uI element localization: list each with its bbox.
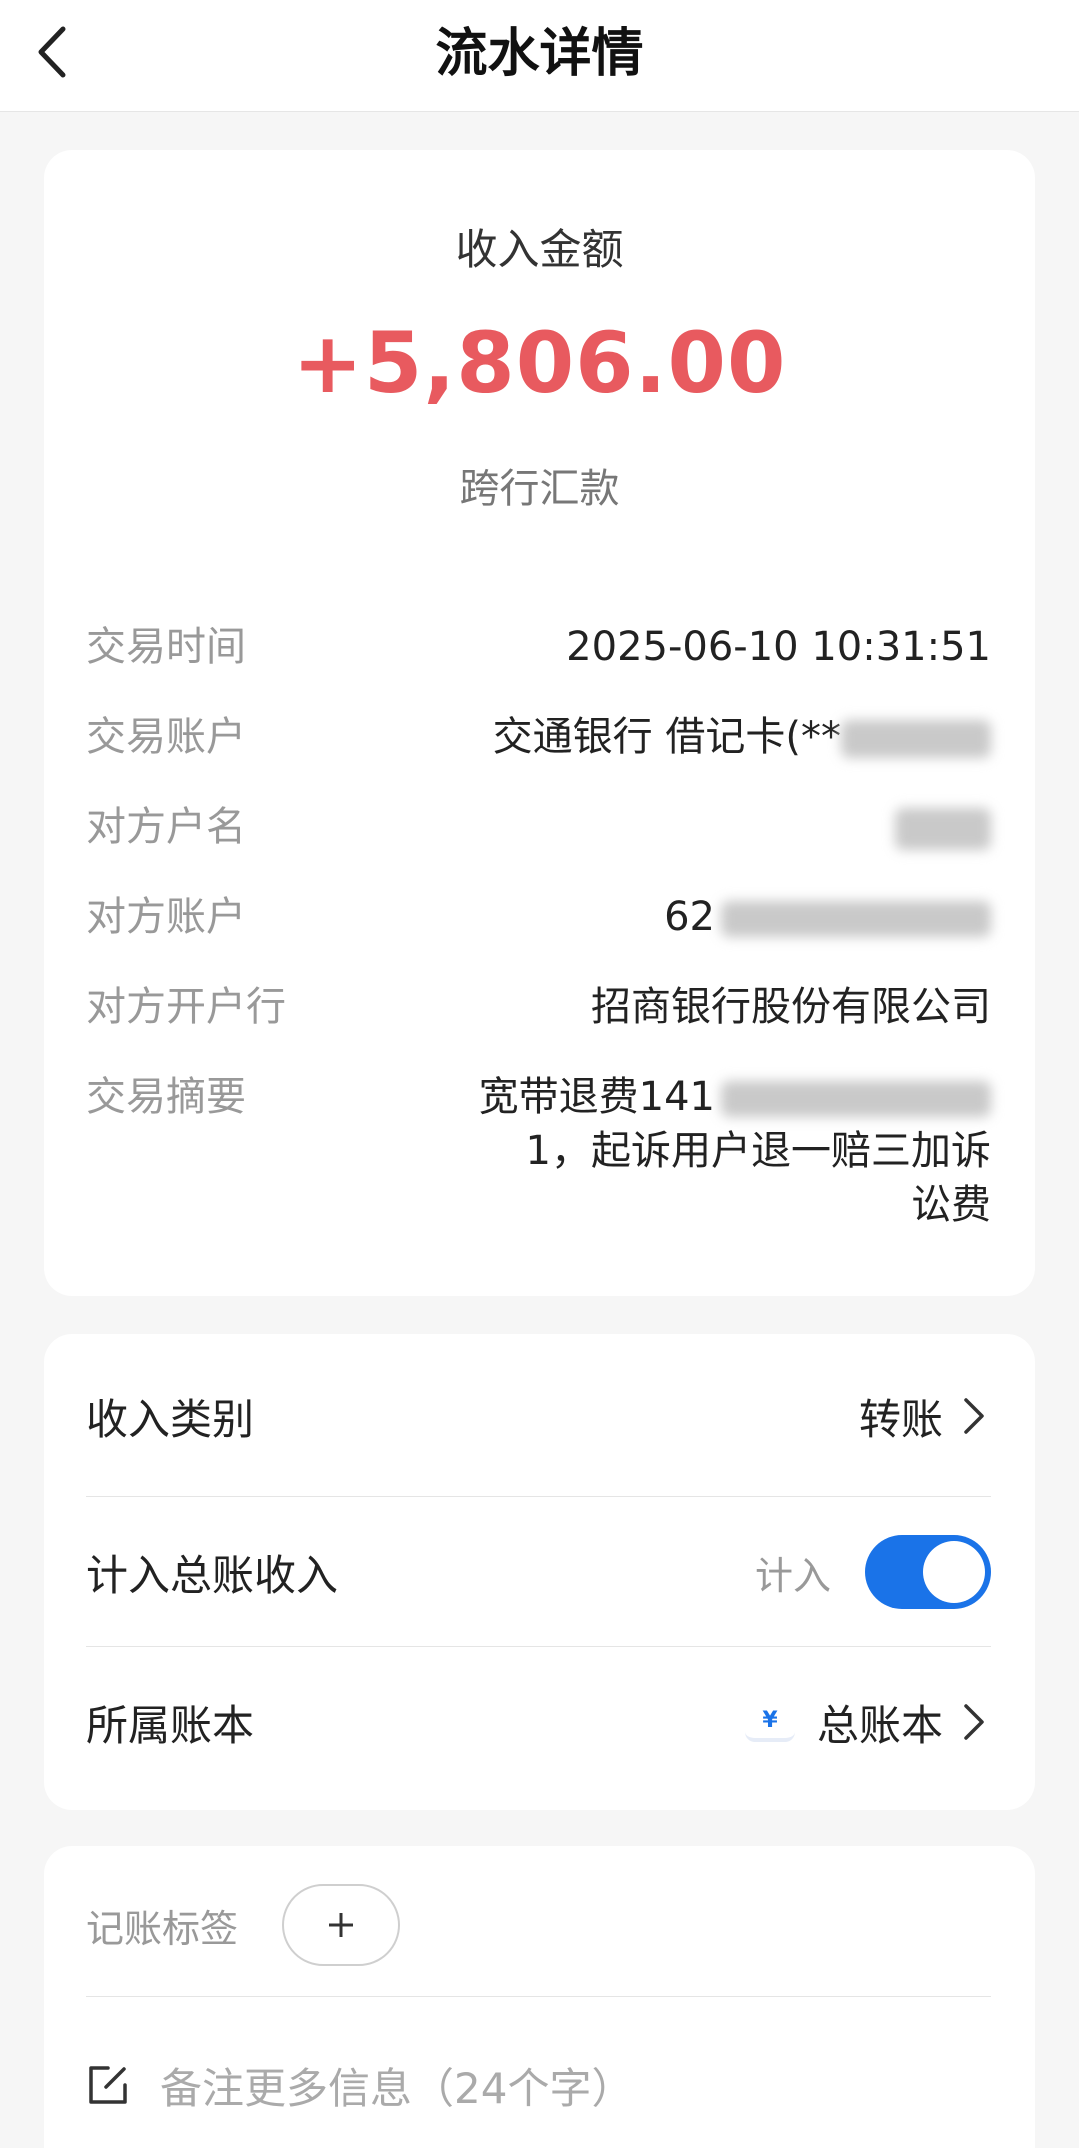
include-label: 计入总账收入 [86, 1550, 339, 1600]
detail-label: 交易账户 [86, 714, 246, 760]
divider [86, 1996, 991, 1997]
memo-line: 宽带退费141 [371, 1070, 991, 1124]
detail-value [371, 800, 991, 854]
ledger-right: ¥ 总账本 [744, 1692, 991, 1753]
add-tag-button[interactable] [282, 1884, 401, 1966]
note-placeholder: 备注更多信息（24个字） [160, 2063, 634, 2113]
ledger-label: 所属账本 [86, 1700, 255, 1750]
category-label: 收入类别 [86, 1394, 255, 1444]
memo-text: 宽带退费141 [478, 1074, 715, 1120]
toggle-knob [923, 1541, 985, 1603]
divider [86, 1646, 991, 1647]
redacted-blur [841, 720, 991, 758]
redacted-blur [895, 808, 991, 850]
include-toggle[interactable] [865, 1535, 991, 1609]
chevron-right-icon [957, 1698, 991, 1746]
category-row[interactable]: 收入类别 转账 [86, 1342, 991, 1490]
redacted-blur [721, 901, 991, 937]
detail-value: 交通银行 借记卡(** [371, 710, 991, 764]
detail-label: 对方开户行 [86, 984, 286, 1030]
detail-value: 宽带退费141 1，起诉用户退一赔三加诉 讼费 [371, 1070, 991, 1232]
include-right: 计入 [755, 1535, 991, 1609]
transaction-type: 跨行汇款 [459, 466, 620, 512]
amount-label: 收入金额 [455, 225, 624, 274]
ledger-row[interactable]: 所属账本 ¥ 总账本 [86, 1648, 991, 1796]
redacted-blur [721, 1081, 991, 1117]
amount-value: +5,806.00 [292, 314, 787, 412]
payee-account-text: 62 [664, 894, 715, 940]
category-right: 转账 [859, 1386, 991, 1447]
memo-line: 1，起诉用户退一赔三加诉 [525, 1128, 991, 1174]
plus-icon [329, 1913, 354, 1937]
detail-label: 对方账户 [86, 894, 246, 940]
settings-card: 收入类别 转账 计入总账收入 计入 所属账本 ¥ 总账本 [44, 1334, 1035, 1810]
detail-value: 招商银行股份有限公司 [591, 984, 991, 1030]
ledger-book-icon: ¥ [744, 1702, 795, 1742]
toggle-state-label: 计入 [754, 1553, 831, 1598]
account-text: 交通银行 借记卡(** [492, 714, 841, 760]
tag-row: 记账标签 [86, 1882, 991, 1968]
top-bar: 流水详情 [0, 0, 1079, 112]
detail-label: 交易摘要 [86, 1074, 246, 1120]
chevron-right-icon [957, 1392, 991, 1440]
note-input[interactable]: 备注更多信息（24个字） [86, 2050, 991, 2120]
edit-icon [89, 2066, 127, 2104]
memo-line: 讼费 [911, 1182, 991, 1228]
detail-label: 对方户名 [86, 804, 246, 850]
detail-value: 2025-06-10 10:31:51 [566, 624, 991, 670]
detail-row-memo: 交易摘要 宽带退费141 1，起诉用户退一赔三加诉 讼费 [86, 1070, 991, 1260]
divider [86, 1496, 991, 1497]
category-value: 转账 [858, 1394, 943, 1444]
include-total-row: 计入总账收入 计入 [86, 1498, 991, 1646]
ledger-value: 总账本 [816, 1700, 943, 1750]
detail-value: 62 [371, 890, 991, 944]
transaction-summary-card: 收入金额 +5,806.00 跨行汇款 交易时间 2025-06-10 10:3… [44, 150, 1035, 1296]
detail-label: 交易时间 [86, 624, 246, 670]
page-title: 流水详情 [435, 24, 644, 84]
tag-label: 记账标签 [86, 1906, 239, 1951]
tags-notes-card: 记账标签 备注更多信息（24个字） [44, 1846, 1035, 2148]
